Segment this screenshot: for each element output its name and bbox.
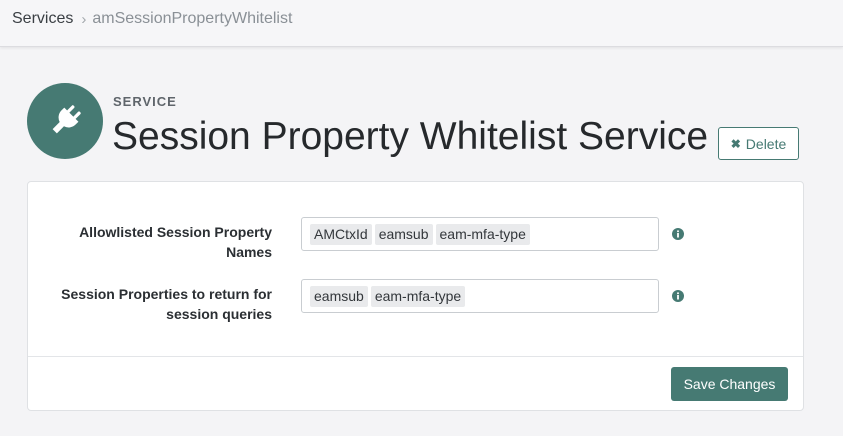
tag[interactable]: eamsub (310, 285, 368, 307)
breadcrumb-separator-icon: › (81, 10, 87, 28)
field-label-line: Allowlisted Session Property (79, 224, 272, 240)
info-circle-icon[interactable] (672, 290, 684, 302)
plug-icon (27, 83, 103, 159)
field-label-line: session queries (166, 306, 272, 322)
tag[interactable]: eamsub (374, 223, 433, 245)
tag[interactable]: eam-mfa-type (370, 285, 466, 307)
tag[interactable]: eam-mfa-type (435, 223, 530, 245)
breadcrumb-current: amSessionPropertyWhitelist (92, 10, 293, 27)
service-settings-card: Allowlisted Session Property Names AMCtx… (27, 181, 804, 411)
card-footer: Save Changes (28, 357, 803, 412)
card-body: Allowlisted Session Property Names AMCtx… (28, 182, 803, 357)
field-label-session-properties: Session Properties to return for session… (48, 284, 272, 324)
page-eyebrow: SERVICE (113, 94, 177, 109)
top-bar: Services › amSessionPropertyWhitelist (0, 0, 843, 47)
field-label-line: Names (226, 244, 272, 260)
field-label-line: Session Properties to return for (61, 286, 272, 302)
info-circle-icon[interactable] (672, 228, 684, 240)
allowlisted-names-tags-input[interactable]: AMCtxId eamsub eam-mfa-type (301, 217, 659, 251)
breadcrumb-services-link[interactable]: Services (12, 10, 73, 28)
tag[interactable]: AMCtxId (310, 223, 372, 245)
save-changes-button[interactable]: Save Changes (671, 367, 788, 401)
field-label-allowlisted-names: Allowlisted Session Property Names (48, 222, 272, 262)
delete-button[interactable]: ✖ Delete (718, 127, 799, 160)
session-properties-tags-input[interactable]: eamsub eam-mfa-type (301, 279, 659, 313)
close-icon: ✖ (730, 136, 741, 151)
page-title: Session Property Whitelist Service (112, 115, 709, 158)
delete-button-label: Delete (745, 135, 787, 152)
breadcrumb: Services › amSessionPropertyWhitelist (12, 10, 292, 28)
plug-icon-graphic (52, 105, 81, 134)
